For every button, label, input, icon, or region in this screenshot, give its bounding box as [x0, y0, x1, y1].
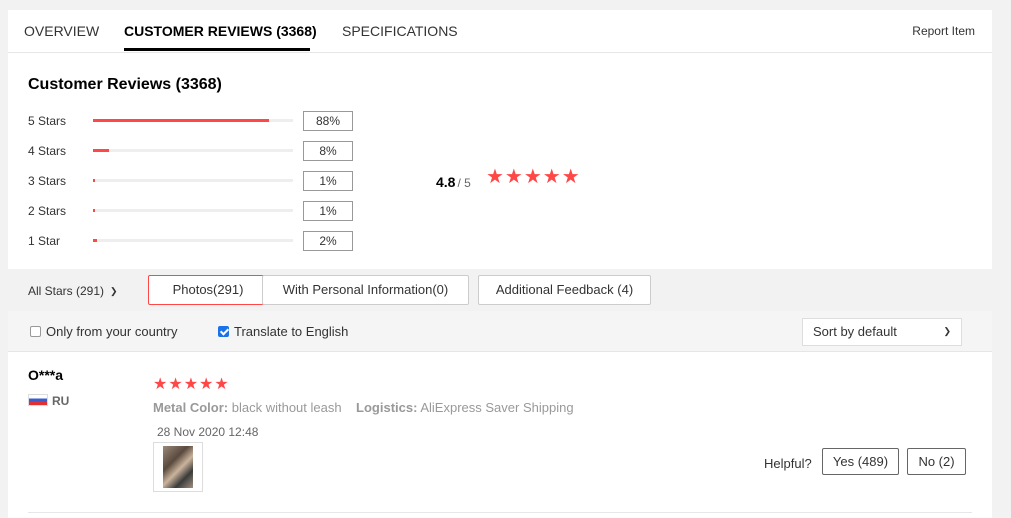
helpful-no-button[interactable]: No (2) — [907, 448, 966, 475]
personal-info-filter-button[interactable]: With Personal Information(0) — [262, 275, 469, 305]
average-rating: 4.8/ 5 — [436, 174, 471, 192]
sort-dropdown[interactable]: Sort by default ❯ — [802, 318, 962, 346]
tab-customer-reviews[interactable]: CUSTOMER REVIEWS (3368) — [124, 23, 317, 39]
tab-overview[interactable]: OVERVIEW — [24, 23, 99, 39]
translate-label: Translate to English — [234, 324, 349, 339]
reviewer-country: RU — [28, 394, 69, 408]
reviewer-name: O***a — [28, 367, 64, 383]
helpful-label: Helpful? — [764, 456, 812, 471]
chevron-down-icon: ❯ — [943, 326, 951, 336]
chevron-down-icon: ❯ — [110, 286, 118, 296]
additional-feedback-filter-button[interactable]: Additional Feedback (4) — [478, 275, 651, 305]
attr-key: Logistics: — [356, 400, 418, 415]
rating-bar-track — [93, 179, 293, 182]
reviews-panel: OVERVIEW CUSTOMER REVIEWS (3368) SPECIFI… — [8, 10, 992, 518]
helpful-yes-button[interactable]: Yes (489) — [822, 448, 899, 475]
rating-row-2[interactable]: 2 Stars 1% — [28, 201, 368, 221]
russia-flag-icon — [28, 394, 48, 406]
rating-bar-track — [93, 149, 293, 152]
rating-label: 3 Stars — [28, 174, 67, 188]
checkbox-checked-icon — [218, 326, 229, 337]
rating-percent: 8% — [303, 141, 353, 161]
rating-bar-track — [93, 209, 293, 212]
report-item-link[interactable]: Report Item — [912, 24, 975, 38]
rating-label: 1 Star — [28, 234, 61, 248]
star-filter-dropdown[interactable]: All Stars (291) ❯ — [28, 284, 118, 298]
active-tab-indicator — [124, 48, 310, 51]
rating-bar-track — [93, 239, 293, 242]
rating-bar-fill — [93, 119, 269, 122]
reviews-summary-title: Customer Reviews (3368) — [28, 76, 222, 93]
attr-key: Metal Color: — [153, 400, 229, 415]
rating-bar-fill — [93, 179, 95, 182]
sort-label: Sort by default — [813, 324, 897, 339]
review-divider — [28, 512, 972, 513]
average-rating-value: 4.8 — [436, 174, 456, 190]
country-code: RU — [52, 394, 70, 408]
average-star-icons: ★★★★★ — [486, 166, 581, 188]
review-date: 28 Nov 2020 12:48 — [157, 425, 259, 439]
rating-label: 2 Stars — [28, 204, 67, 218]
review-photo — [163, 446, 193, 488]
rating-row-1[interactable]: 1 Star 2% — [28, 231, 368, 251]
rating-percent: 1% — [303, 201, 353, 221]
rating-bar-fill — [93, 239, 97, 242]
rating-percent: 2% — [303, 231, 353, 251]
rating-label: 4 Stars — [28, 144, 67, 158]
review-star-icons: ★★★★★ — [153, 376, 230, 393]
review-attributes: Metal Color: black without leash Logisti… — [153, 400, 574, 415]
translate-checkbox[interactable]: Translate to English — [218, 324, 348, 339]
checkbox-unchecked-icon — [30, 326, 41, 337]
rating-bar-fill — [93, 149, 109, 152]
rating-label: 5 Stars — [28, 114, 67, 128]
photos-filter-button[interactable]: Photos(291) — [148, 275, 268, 305]
rating-row-5[interactable]: 5 Stars 88% — [28, 111, 368, 131]
star-filter-label: All Stars (291) — [28, 284, 105, 298]
rating-percent: 88% — [303, 111, 353, 131]
options-row: Only from your country Translate to Engl… — [8, 311, 992, 352]
filter-bar: All Stars (291) ❯ Photos(291) With Person… — [8, 269, 992, 311]
attr-value: black without leash — [231, 400, 342, 415]
rating-bar-fill — [93, 209, 95, 212]
review-photo-thumbnail[interactable] — [153, 442, 203, 492]
only-country-checkbox[interactable]: Only from your country — [30, 324, 178, 339]
average-rating-max: / 5 — [457, 176, 471, 190]
attr-value: AliExpress Saver Shipping — [420, 400, 574, 415]
rating-row-4[interactable]: 4 Stars 8% — [28, 141, 368, 161]
only-country-label: Only from your country — [46, 324, 178, 339]
tab-bar: OVERVIEW CUSTOMER REVIEWS (3368) SPECIFI… — [8, 10, 992, 53]
rating-row-3[interactable]: 3 Stars 1% — [28, 171, 368, 191]
tab-specifications[interactable]: SPECIFICATIONS — [342, 23, 458, 39]
rating-percent: 1% — [303, 171, 353, 191]
rating-bar-track — [93, 119, 293, 122]
